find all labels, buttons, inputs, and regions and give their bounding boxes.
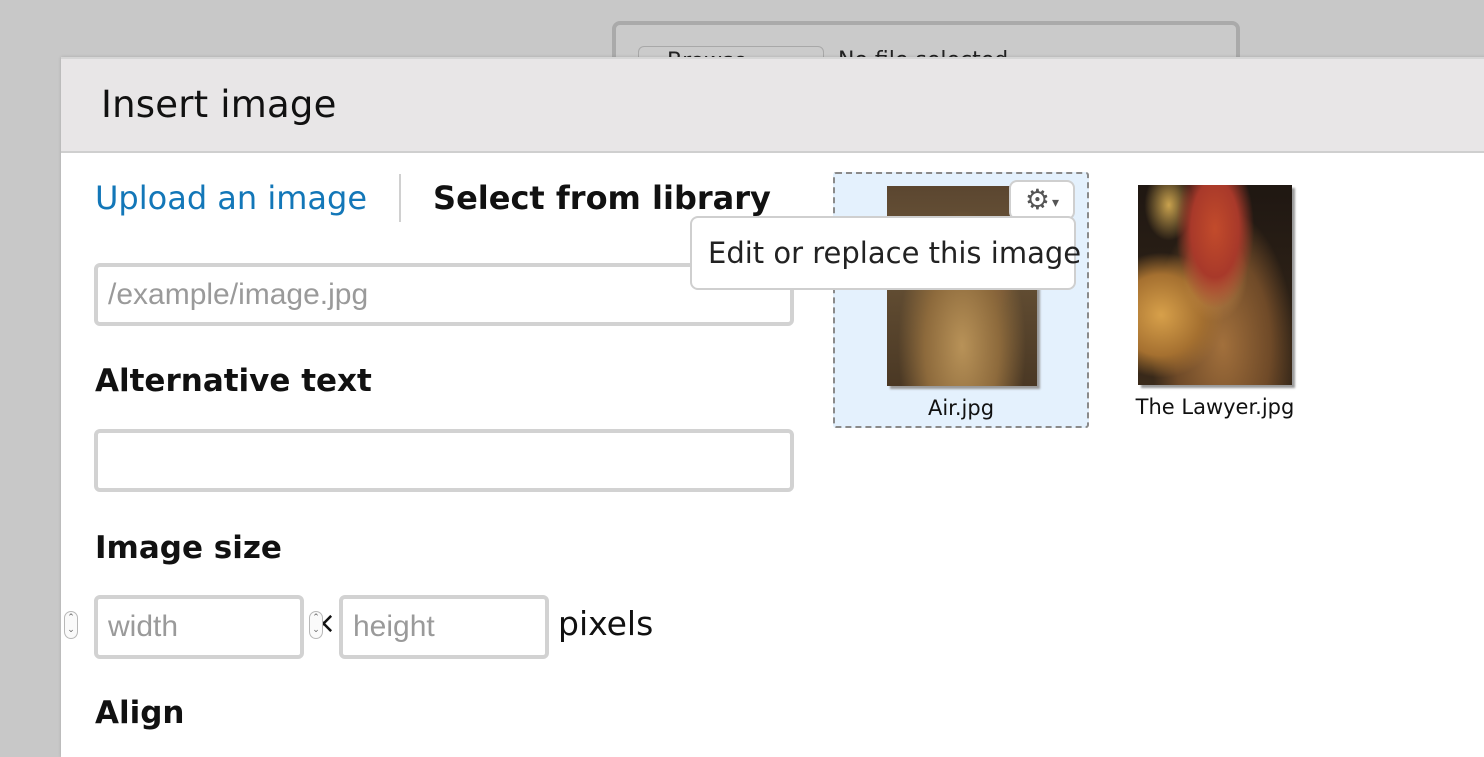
gear-icon: ⚙ [1024,183,1051,216]
dialog-tabs: Upload an image Select from library [95,173,771,223]
tab-select-from-library[interactable]: Select from library [433,179,771,217]
tab-upload-image[interactable]: Upload an image [95,179,367,217]
align-label: Align [95,695,185,731]
library-item-the-lawyer[interactable]: The Lawyer.jpg [1087,172,1343,428]
width-input[interactable] [94,595,304,659]
alt-text-input[interactable] [94,429,794,492]
library-item-caption: Air.jpg [927,396,995,420]
image-size-label: Image size [95,530,282,566]
caret-down-icon: ▾ [1052,195,1060,211]
pixels-unit-label: pixels [558,604,654,643]
alt-text-label: Alternative text [95,363,372,399]
lawyer-thumbnail [1138,185,1292,385]
library-item-caption: The Lawyer.jpg [1135,395,1295,419]
image-url-input[interactable] [94,263,794,326]
dialog-header: Insert image [61,57,1484,153]
height-input[interactable] [339,595,549,659]
dialog-title: Insert image [101,83,337,126]
image-options-button[interactable]: ⚙ ▾ [1009,180,1075,220]
edit-image-tooltip: Edit or replace this image [690,216,1081,290]
width-spinner[interactable]: ⌃ ⌄ [64,611,78,639]
height-spinner[interactable]: ⌃ ⌄ [309,611,323,639]
tab-separator [399,174,402,222]
